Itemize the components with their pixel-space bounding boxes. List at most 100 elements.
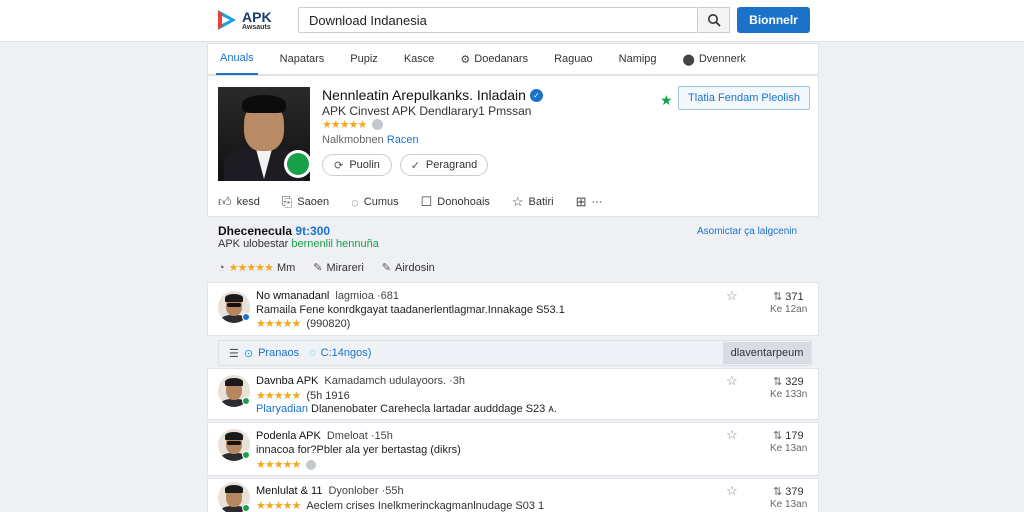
status-dot: [242, 313, 250, 321]
verified-icon: ✓: [529, 88, 543, 102]
toolbar-item-pranaos[interactable]: ☰ ⊙ Pranaos: [229, 347, 299, 360]
favorite-icon[interactable]: ☆: [726, 483, 738, 499]
review-score: ⇅ 329: [773, 376, 804, 388]
edit-icon: ✎: [313, 262, 323, 274]
profile-rating: ★★★★★: [322, 118, 384, 131]
filter-mirareri[interactable]: Mirareri: [327, 262, 364, 274]
download-icon: ☐: [420, 194, 433, 209]
toolbar-item-c[interactable]: ◌ C:14ngos): [309, 347, 371, 359]
rating-icon: ◔: [218, 261, 225, 274]
review-text: Ramaila Fene konrdkgayat taadanerlentlag…: [256, 304, 565, 316]
favorite-icon[interactable]: ☆: [726, 373, 738, 389]
tab-napatars[interactable]: Napatars: [276, 43, 329, 75]
logo[interactable]: APK Awsauts: [216, 6, 276, 34]
primary-button[interactable]: Bionnelr: [737, 7, 810, 33]
pencil-icon: ✎: [381, 262, 392, 274]
tab-pupiz[interactable]: Pupiz: [346, 43, 382, 75]
review-item: Davnba APK Kamadamch udulayoors. ·3h ★★★★…: [207, 368, 819, 420]
status-dot: [242, 451, 250, 459]
tab-namipg[interactable]: Namipg: [615, 43, 661, 75]
review-author: Menlulat & 11 Dyonlober ·55h: [256, 485, 404, 497]
favorite-star-icon[interactable]: ★: [660, 92, 673, 109]
review-time: Ke 13an: [770, 499, 808, 510]
gear-icon: ⚙: [460, 53, 471, 66]
search-button[interactable]: [698, 7, 730, 33]
search-icon: [707, 14, 721, 27]
review-score: ⇅ 371: [773, 291, 804, 303]
tab-kasce[interactable]: Kasce: [400, 43, 439, 75]
review-item: No wmanadanl lagmioa ·681 Ramaila Fene ko…: [207, 282, 819, 336]
review-rating: ★★★★★ Aeclem crises Inelkmerinckagmanlnud…: [256, 499, 545, 512]
toolbar-button[interactable]: dlaventarpeum: [723, 342, 811, 364]
review-item: Podenla APK Dmeloat ·15h innacoa for?Pble…: [207, 422, 819, 476]
apk-logo-icon: [218, 10, 236, 30]
tab-bar: Anuals Napatars Pupiz Kasce ⚙ Doedanars R…: [207, 43, 819, 75]
review-time: Ke 133n: [770, 389, 808, 400]
top-bar: APK Awsauts Download Indanesia Bionnelr: [0, 0, 1024, 42]
action-star[interactable]: ☆ Batiri: [512, 194, 554, 210]
upvote-icon: ⇅: [773, 291, 783, 303]
review-author: No wmanadanl lagmioa ·681: [256, 290, 399, 302]
upvote-icon: ⇅: [773, 486, 783, 498]
pill-button-right[interactable]: ✓ Peragrand: [400, 154, 488, 176]
rating-summary: ◔ ★★★★★ Mm ✎ Mirareri ✎ Airdosin: [218, 261, 435, 275]
action-comment[interactable]: ◌ Cumus: [351, 195, 399, 210]
refresh-icon: ⟳: [334, 159, 344, 172]
action-bar: 👍︎ kesd ⎘ Saoen ◌ Cumus ☐ Donohoais ☆ Batiri …: [218, 194, 625, 210]
review-time: Ke 13an: [770, 443, 808, 454]
review-author: Podenla APK Dmeloat ·15h: [256, 430, 393, 442]
favorite-icon[interactable]: ☆: [726, 288, 738, 304]
upvote-icon: ⇅: [773, 376, 783, 388]
section-subtitle: APK ulobestar bernenlil hennuña: [218, 238, 379, 250]
review-rating: ★★★★★: [256, 458, 317, 471]
review-time: Ke 12an: [770, 304, 808, 315]
review-text: Plaryadian Dlanenobater Carehecla lartad…: [256, 403, 557, 415]
review-text: innacoa for?Pbler ala yer bertastag (dik…: [256, 444, 461, 456]
status-dot: [242, 397, 250, 405]
follow-button[interactable]: Tlatia Fendam Pleolish: [678, 86, 810, 110]
filter-airdosin[interactable]: Airdosin: [395, 262, 435, 274]
status-dot: [242, 504, 250, 512]
tab-raguao[interactable]: Raguao: [550, 43, 597, 75]
rating-stars: ★★★★★: [228, 262, 274, 274]
grid-icon: ⊞: [575, 194, 587, 209]
review-author: Davnba APK Kamadamch udulayoors. ·3h: [256, 375, 466, 387]
review-tag[interactable]: Plaryadian: [256, 403, 308, 415]
check-icon: ✓: [410, 159, 420, 172]
review-rating: ★★★★★ (990820): [256, 317, 351, 331]
tab-anuals[interactable]: Anuals: [216, 43, 258, 75]
logo-subtitle: Awsauts: [242, 23, 271, 31]
pin-icon: ⬤: [682, 53, 695, 66]
review-score: ⇅ 179: [773, 430, 804, 442]
review-rating: ★★★★★ (5h 1916: [256, 389, 350, 403]
section-title: Dhecenecula 9t:300: [218, 224, 331, 238]
action-save[interactable]: ⎘ Saoen: [282, 194, 329, 210]
save-icon: ⎘: [281, 194, 293, 209]
list-icon: ☰: [229, 347, 239, 360]
review-score: ⇅ 379: [773, 486, 804, 498]
rating-info-icon: [306, 459, 317, 470]
review-toolbar: ☰ ⊙ Pranaos ◌ C:14ngos) dlaventarpeum: [218, 340, 812, 366]
pill-button-left[interactable]: ⟳ Puolin: [322, 154, 392, 176]
profile-card: Nennleatin Arepulkanks. Inladain ✓ APK C…: [207, 75, 819, 217]
chat-icon: ◌: [309, 347, 316, 359]
rating-info-icon: [372, 119, 384, 130]
logo-title: APK: [242, 8, 272, 25]
action-more[interactable]: ⊞ ···: [576, 194, 603, 210]
tab-doedanars[interactable]: ⚙ Doedanars: [456, 43, 532, 75]
star-icon: ☆: [511, 194, 524, 209]
category-link[interactable]: Racen: [387, 134, 419, 146]
action-download[interactable]: ☐ Donohoais: [421, 194, 490, 210]
profile-category: Nalkmobnen Racen: [322, 134, 419, 146]
app-badge-icon: [284, 150, 312, 178]
profile-subtitle: APK Cinvest APK Dendlarary1 Pmssan: [322, 104, 532, 118]
tab-dvennerk[interactable]: ⬤ Dvennerk: [679, 43, 750, 75]
review-item: Menlulat & 11 Dyonlober ·55h ★★★★★ Aeclem …: [207, 478, 819, 512]
favorite-icon[interactable]: ☆: [726, 427, 738, 443]
search-input[interactable]: Download Indanesia: [298, 7, 698, 33]
thumbs-up-icon: 👍︎: [218, 194, 232, 209]
action-like[interactable]: 👍︎ kesd: [218, 194, 260, 210]
comment-icon: ◌: [351, 194, 359, 210]
section-link[interactable]: Asomictar ça lalgcenin: [697, 226, 797, 237]
profile-title: Nennleatin Arepulkanks. Inladain ✓: [322, 87, 543, 103]
